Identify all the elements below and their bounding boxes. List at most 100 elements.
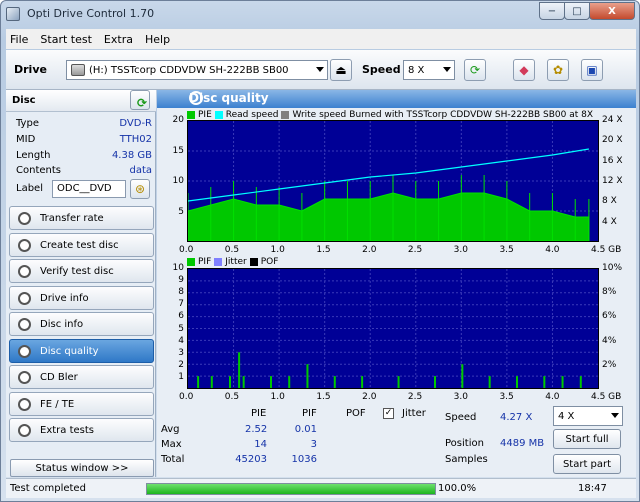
legend-swatch-pif (187, 258, 195, 266)
y-tick-right: 8 X (602, 196, 617, 207)
disc-icon (18, 212, 31, 225)
progress-percent: 100.0% (438, 483, 477, 494)
close-button[interactable]: X (589, 2, 635, 20)
x-tick: 1.5 (316, 245, 331, 255)
app-icon (6, 7, 20, 21)
menu-extra[interactable]: Extra (104, 33, 133, 46)
nav-label: Extra tests (40, 424, 94, 436)
minimize-button[interactable]: − (539, 2, 565, 20)
disc-quality-panel: Disc quality PIE Read speed Write speed … (157, 90, 636, 477)
legend-pie: PIE (198, 110, 212, 120)
title-bar[interactable]: Opti Drive Control 1.70 − □ X (1, 1, 639, 29)
disc-header: Disc ⟳ (6, 90, 156, 112)
legend-write-speed: Write speed (292, 110, 347, 120)
refresh-icon: ⟳ (137, 96, 148, 110)
start-full-button[interactable]: Start full (553, 429, 621, 449)
disc-label-input[interactable]: ODC__DVD (52, 180, 126, 198)
legend-swatch-read (214, 111, 223, 119)
disc-icon (18, 265, 31, 278)
pif-bar (516, 376, 518, 388)
y-tick-left: 2 (178, 359, 184, 370)
y-tick-left: 15 (172, 145, 184, 156)
speed-select[interactable]: 8 X (403, 60, 455, 80)
nav-cd-bler[interactable]: CD Bler (9, 365, 154, 389)
erase-button[interactable]: ◆ (513, 59, 535, 81)
x-tick: 1.0 (270, 392, 285, 402)
x-tick: 4.0 (545, 392, 560, 402)
x-tick: 1.0 (270, 245, 285, 255)
menu-start-test[interactable]: Start test (40, 33, 92, 46)
y-tick-right: 8% (602, 287, 617, 298)
pif-bar (238, 352, 241, 388)
pie-area (187, 192, 590, 242)
menu-file[interactable]: File (10, 33, 28, 46)
legend-swatch-jitter (214, 258, 223, 266)
x-tick: 4.0 (545, 245, 560, 255)
refresh-button[interactable]: ⟳ (464, 59, 486, 81)
y-tick-right: 4% (602, 335, 617, 346)
drive-select[interactable]: (H:) TSSTcorp CDDVDW SH-222BB SB00 (66, 60, 328, 80)
stats-avg-label: Avg (161, 424, 180, 435)
disc-icon (18, 398, 31, 411)
pif-bar (488, 376, 491, 388)
app-window: Opti Drive Control 1.70 − □ X File Start… (0, 0, 640, 502)
left-panel: Disc ⟳ Type DVD-R MID TTH02 Length 4.38 … (6, 90, 156, 477)
start-part-button[interactable]: Start part (553, 454, 621, 474)
nav-drive-info[interactable]: Drive info (9, 286, 154, 310)
y-tick-left: 5 (178, 323, 184, 334)
pif-bar (579, 376, 582, 388)
stats-max-pie: 14 (254, 439, 267, 450)
pif-bar (461, 364, 464, 388)
nav-transfer-rate[interactable]: Transfer rate (9, 206, 154, 230)
y-tick-right: 16 X (602, 155, 623, 166)
disc-header-label: Disc (12, 95, 36, 106)
stats-header-jitter: Jitter (402, 408, 426, 419)
disc-label-key: Label (16, 183, 43, 194)
x-tick: 2.5 (407, 245, 423, 255)
chart1-svg (187, 121, 598, 242)
status-window-button[interactable]: Status window >> (10, 459, 154, 477)
jitter-checkbox[interactable]: ✓ (383, 407, 394, 419)
y-tick-right: 6% (602, 311, 617, 322)
stats-max-pif: 3 (310, 439, 317, 450)
y-tick-left: 8 (178, 287, 184, 298)
pif-bar (229, 376, 231, 388)
disc-type-row: Type DVD-R (16, 118, 152, 132)
speed-label: Speed (362, 63, 401, 76)
nav-disc-info[interactable]: Disc info (9, 312, 154, 336)
chart1-legend: PIE Read speed Write speed Burned with T… (187, 110, 593, 120)
nav-fe-te[interactable]: FE / TE (9, 392, 154, 416)
maximize-button[interactable]: □ (564, 2, 590, 20)
nav-disc-quality[interactable]: Disc quality (9, 339, 154, 363)
pif-bar (397, 376, 400, 388)
nav-verify-test-disc[interactable]: Verify test disc (9, 259, 154, 283)
disc-refresh-button[interactable]: ⟳ (130, 90, 150, 110)
y-tick-left: 7 (178, 299, 184, 310)
stats-max-label: Max (161, 439, 182, 450)
y-tick-left: 5 (178, 206, 184, 217)
disc-mid-key: MID (16, 134, 36, 145)
test-speed-value: 4 X (558, 410, 575, 422)
disc-mid-row: MID TTH02 (16, 134, 152, 148)
label-edit-button[interactable]: ⊛ (130, 179, 150, 199)
test-speed-select[interactable]: 4 X (553, 406, 623, 426)
nav-create-test-disc[interactable]: Create test disc (9, 233, 154, 257)
x-tick: 0.0 (179, 392, 194, 402)
y-tick-right: 12 X (602, 176, 623, 186)
stats-total-pie: 45203 (235, 454, 267, 465)
y-tick-left: 6 (178, 311, 184, 322)
chevron-down-icon (443, 67, 451, 72)
nav-label: Drive info (40, 292, 89, 304)
drive-label: Drive (14, 63, 47, 76)
nav-extra-tests[interactable]: Extra tests (9, 418, 154, 442)
disc-icon (18, 424, 31, 437)
y-tick-left: 20 (172, 115, 184, 125)
stats-avg-pif: 0.01 (294, 424, 317, 435)
eject-button[interactable]: ⏏ (330, 59, 352, 81)
chart2-legend: PIF Jitter POF (187, 257, 278, 267)
pif-bar (197, 376, 200, 388)
refresh-icon: ⟳ (469, 63, 481, 77)
save-button[interactable]: ▣ (581, 59, 603, 81)
menu-help[interactable]: Help (145, 33, 170, 46)
settings-button[interactable]: ✿ (547, 59, 569, 81)
